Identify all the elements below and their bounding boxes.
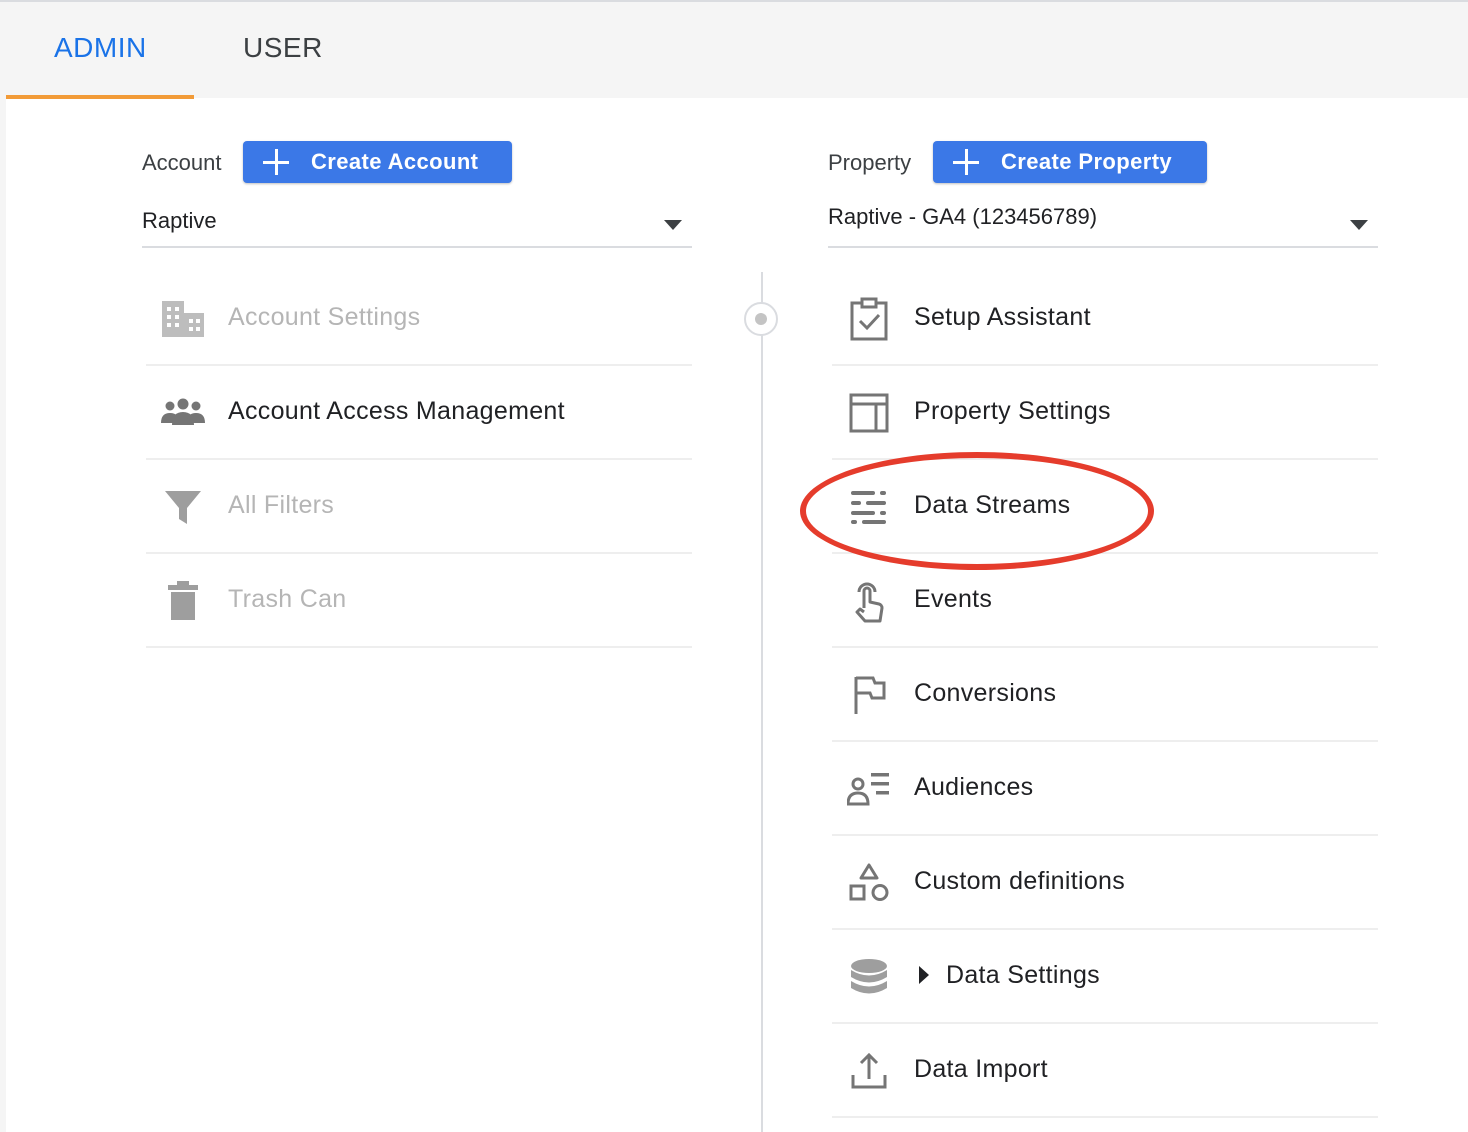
page-edge [0,98,6,1132]
people-icon [160,390,206,436]
menu-item-audiences[interactable]: Audiences [832,742,1378,836]
menu-item-property-settings[interactable]: Property Settings [832,366,1378,460]
menu-item-label: Custom definitions [914,867,1126,895]
menu-item-label: Data Import [914,1055,1048,1083]
filter-icon [160,484,206,530]
audience-icon [846,766,892,812]
property-selected-value: Raptive - GA4 (123456789) [828,204,1098,229]
plus-icon [263,149,289,175]
clipboard-check-icon [846,296,892,342]
account-column-label: Account [142,150,222,175]
menu-item-data-settings[interactable]: Data Settings [832,930,1378,1024]
menu-item-label: Account Settings [228,303,421,331]
menu-item-account-access-management[interactable]: Account Access Management [146,366,692,460]
building-icon [160,296,206,342]
database-icon [846,954,892,1000]
menu-item-trash-can[interactable]: Trash Can [146,554,692,648]
layout-icon [846,390,892,436]
plus-icon [953,149,979,175]
menu-item-label: Audiences [914,773,1034,801]
menu-item-setup-assistant[interactable]: Setup Assistant [832,272,1378,366]
touch-icon [846,578,892,624]
create-account-label: Create Account [311,149,479,174]
menu-item-all-filters[interactable]: All Filters [146,460,692,554]
flag-icon [846,672,892,718]
create-property-button[interactable]: Create Property [933,141,1207,183]
upload-icon [846,1048,892,1094]
menu-item-data-import[interactable]: Data Import [832,1024,1378,1118]
create-property-label: Create Property [1001,149,1173,174]
menu-item-label: Events [914,585,993,613]
menu-item-label: Trash Can [228,585,347,613]
column-connector-icon [744,302,778,336]
column-divider [761,272,763,1132]
property-selector[interactable]: Raptive - GA4 (123456789) [828,198,1378,248]
menu-item-label: All Filters [228,491,335,519]
account-selected-value: Raptive [142,208,217,233]
tab-admin[interactable]: ADMIN [54,32,147,64]
menu-item-account-settings[interactable]: Account Settings [146,272,692,366]
tab-user[interactable]: USER [243,32,323,64]
expand-arrow-icon[interactable] [919,966,929,984]
admin-tab-bar: ADMIN USER [0,0,1468,99]
active-tab-indicator [6,95,194,99]
menu-item-label: Data Settings [946,961,1100,989]
dropdown-caret-icon [1350,220,1368,230]
menu-item-label: Conversions [914,679,1057,707]
menu-item-label: Property Settings [914,397,1111,425]
menu-item-data-streams[interactable]: Data Streams [832,460,1378,554]
shapes-icon [846,860,892,906]
menu-item-label: Account Access Management [228,397,565,425]
menu-item-events[interactable]: Events [832,554,1378,648]
menu-item-custom-definitions[interactable]: Custom definitions [832,836,1378,930]
account-selector[interactable]: Raptive [142,198,692,248]
dropdown-caret-icon [664,220,682,230]
menu-item-label: Setup Assistant [914,303,1091,331]
property-column-label: Property [828,150,912,175]
menu-item-conversions[interactable]: Conversions [832,648,1378,742]
create-account-button[interactable]: Create Account [243,141,512,183]
data-streams-icon [846,484,892,530]
trash-icon [160,578,206,624]
menu-item-label: Data Streams [914,491,1071,519]
